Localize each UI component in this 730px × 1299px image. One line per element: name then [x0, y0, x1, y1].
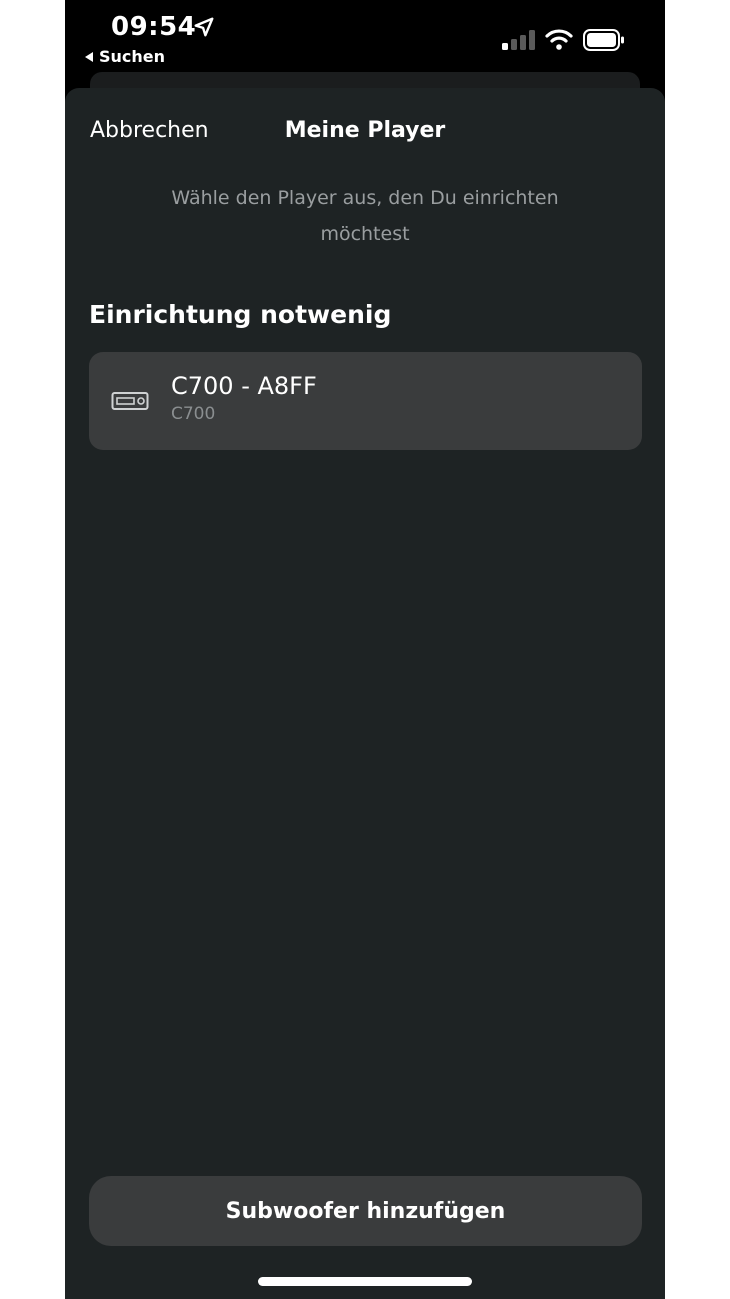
home-indicator: [258, 1277, 472, 1286]
location-arrow-icon: [194, 17, 214, 37]
device-name: C700 - A8FF: [171, 372, 317, 400]
device-card-c700[interactable]: C700 - A8FF C700: [89, 352, 642, 450]
cancel-button[interactable]: Abbrechen: [90, 118, 209, 143]
device-model: C700: [171, 404, 216, 424]
back-arrow-icon: [85, 51, 93, 62]
back-to-search-link[interactable]: Suchen: [85, 47, 165, 66]
back-link-label: Suchen: [99, 47, 166, 66]
player-device-icon: [111, 392, 149, 410]
battery-icon: [583, 29, 624, 51]
cellular-signal-icon: [502, 30, 535, 50]
status-time: 09:54: [111, 12, 197, 42]
sheet-subtitle: Wähle den Player aus, den Du einrichten …: [171, 187, 559, 245]
wifi-icon: [545, 29, 573, 50]
player-selection-sheet: Meine Player Abbrechen Wähle den Player …: [65, 88, 665, 1299]
add-subwoofer-button[interactable]: Subwoofer hinzufügen: [89, 1176, 642, 1246]
phone-screen: 09:54 Suchen Meine Player Abbrechen Wähl…: [65, 0, 665, 1299]
section-heading-setup-required: Einrichtung notwenig: [89, 300, 392, 329]
